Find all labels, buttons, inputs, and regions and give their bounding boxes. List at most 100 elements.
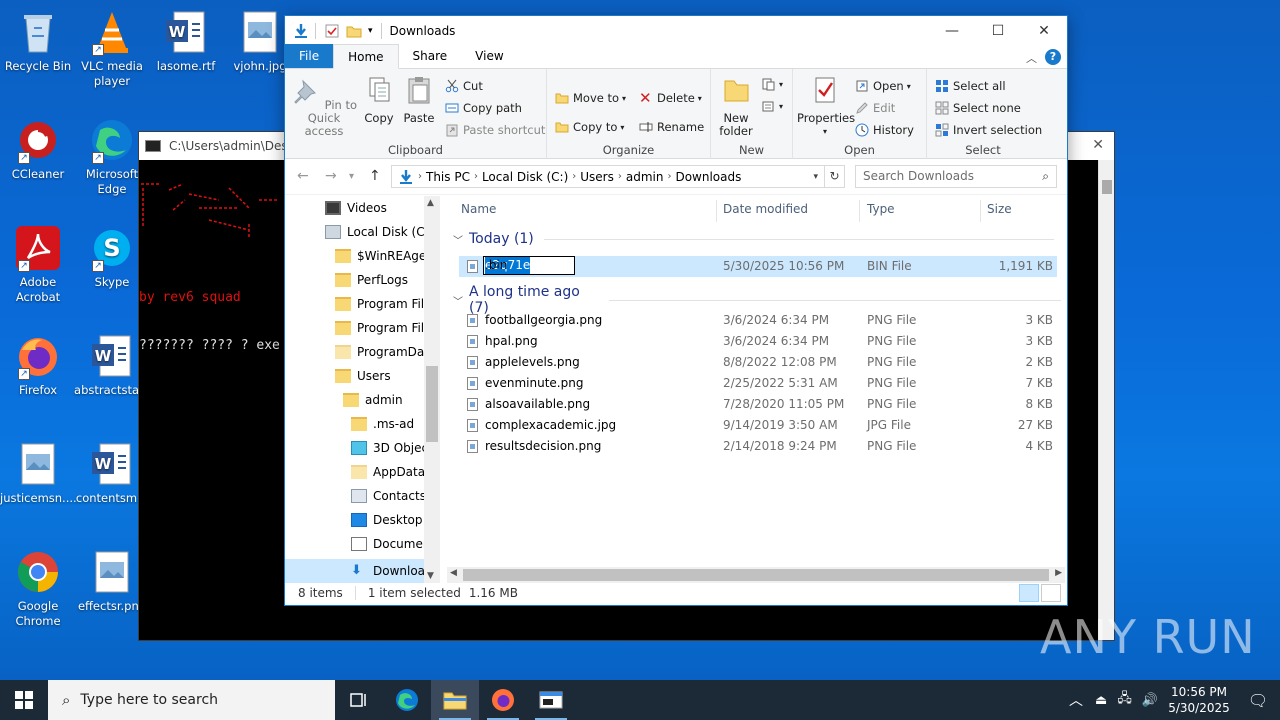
file-row-selected[interactable]: e2q71e .bin 5/30/2025 10:56 PM BIN File 1… xyxy=(459,256,1057,277)
properties-check-icon[interactable] xyxy=(324,23,340,39)
start-button[interactable] xyxy=(0,680,48,720)
desktop-icon-adobe-acrobat[interactable]: ↗ Adobe Acrobat xyxy=(0,224,76,305)
desktop-icon-vlc[interactable]: ↗ VLC media player xyxy=(74,8,150,89)
properties-button[interactable]: Properties ▾ xyxy=(797,75,855,138)
nav-item-local-disk[interactable]: Local Disk (C:) xyxy=(325,220,433,244)
taskbar-search-input[interactable]: ⌕ Type here to search xyxy=(48,680,335,720)
column-header-date-modified[interactable]: Date modified xyxy=(723,196,808,222)
file-row[interactable]: footballgeorgia.png 3/6/2024 6:34 PM PNG… xyxy=(459,310,1057,331)
forward-arrow-icon[interactable]: → xyxy=(325,168,337,184)
history-button[interactable]: History xyxy=(855,121,914,139)
close-icon[interactable]: ✕ xyxy=(1021,16,1067,45)
easy-access-button[interactable]: ▾ xyxy=(761,97,783,115)
tab-share[interactable]: Share xyxy=(399,44,462,68)
pin-quick-access-button[interactable]: Pin to Quick access xyxy=(289,75,359,138)
desktop-icon-ccleaner[interactable]: ↗ CCleaner xyxy=(0,116,76,182)
taskbar-file-explorer[interactable] xyxy=(431,680,479,720)
column-header-type[interactable]: Type xyxy=(867,196,895,222)
column-divider[interactable] xyxy=(716,200,717,222)
file-row[interactable]: resultsdecision.png 2/14/2018 9:24 PM PN… xyxy=(459,436,1057,457)
new-folder-icon[interactable] xyxy=(346,23,362,39)
horizontal-scroll-thumb[interactable] xyxy=(463,569,1049,581)
scroll-left-icon[interactable]: ◀ xyxy=(450,568,457,578)
select-none-button[interactable]: Select none xyxy=(935,99,1021,117)
invert-selection-button[interactable]: Invert selection xyxy=(935,121,1042,139)
scroll-up-icon[interactable]: ▲ xyxy=(427,198,434,208)
desktop-icon-justicemsn[interactable]: justicemsn.... xyxy=(0,440,77,506)
nav-item-ms-ad[interactable]: .ms-ad xyxy=(351,412,414,436)
file-row[interactable]: hpal.png 3/6/2024 6:34 PM PNG File 3 KB xyxy=(459,331,1057,352)
group-header-today[interactable]: ﹀ Today (1) xyxy=(453,231,1054,247)
tab-view[interactable]: View xyxy=(461,44,517,68)
file-explorer-window[interactable]: ▾ Downloads — ☐ ✕ File Home Share View ︿… xyxy=(284,15,1068,606)
details-view-icon[interactable] xyxy=(1019,584,1039,602)
address-dropdown-icon[interactable]: ▾ xyxy=(813,172,818,182)
copy-path-button[interactable]: Copy path xyxy=(445,99,522,117)
volume-icon[interactable]: 🔊 xyxy=(1142,693,1158,708)
file-row[interactable]: complexacademic.jpg 9/14/2019 3:50 AM JP… xyxy=(459,415,1057,436)
chevron-up-icon[interactable]: ︿ xyxy=(1069,690,1083,710)
collapse-chevron-icon[interactable]: ﹀ xyxy=(453,232,463,247)
paste-shortcut-button[interactable]: Paste shortcut xyxy=(445,121,545,139)
console-scrollbar[interactable] xyxy=(1098,160,1114,640)
network-icon[interactable]: 🖧 xyxy=(1117,689,1132,711)
desktop-icon-lasome[interactable]: W lasome.rtf xyxy=(148,8,224,74)
qat-dropdown-icon[interactable]: ▾ xyxy=(368,26,373,36)
nav-item-contacts[interactable]: Contacts xyxy=(351,484,426,508)
breadcrumb-admin[interactable]: admin xyxy=(626,170,664,184)
notifications-icon[interactable]: 🗨 xyxy=(1236,691,1280,710)
desktop-icon-google-chrome[interactable]: Google Chrome xyxy=(0,548,76,629)
nav-item-program-files[interactable]: Program Files xyxy=(335,292,438,316)
search-input[interactable]: Search Downloads ⌕ xyxy=(855,165,1057,188)
breadcrumb-this-pc[interactable]: This PC xyxy=(426,170,470,184)
desktop-icon-firefox[interactable]: ↗ Firefox xyxy=(0,332,76,398)
task-view-button[interactable] xyxy=(335,680,383,720)
taskbar-console[interactable] xyxy=(527,680,575,720)
console-close-icon[interactable]: ✕ xyxy=(1092,137,1104,153)
up-arrow-icon[interactable]: ↑ xyxy=(369,168,381,184)
large-icons-view-icon[interactable] xyxy=(1041,584,1061,602)
nav-item-admin[interactable]: admin xyxy=(343,388,403,412)
recent-locations-icon[interactable]: ▾ xyxy=(349,171,354,182)
breadcrumb-local-disk[interactable]: Local Disk (C:) xyxy=(482,170,568,184)
nav-item-users[interactable]: Users xyxy=(335,364,391,388)
copy-button[interactable]: Copy xyxy=(361,75,397,125)
move-to-button[interactable]: Move to ▾ xyxy=(555,89,626,107)
delete-button[interactable]: ✕ Delete ▾ xyxy=(639,89,702,107)
file-row[interactable]: evenminute.png 2/25/2022 5:31 AM PNG Fil… xyxy=(459,373,1057,394)
rename-input[interactable]: e2q71e .bin xyxy=(483,256,575,275)
maximize-icon[interactable]: ☐ xyxy=(975,16,1021,45)
new-item-button[interactable]: ▾ xyxy=(761,75,783,93)
nav-item-program-files-x86[interactable]: Program Files xyxy=(335,316,438,340)
breadcrumb-downloads[interactable]: Downloads xyxy=(675,170,741,184)
cut-button[interactable]: Cut xyxy=(445,77,483,95)
desktop-icon-recycle-bin[interactable]: Recycle Bin xyxy=(0,8,76,74)
scroll-right-icon[interactable]: ▶ xyxy=(1055,568,1062,578)
address-bar[interactable]: › This PC › Local Disk (C:) › Users › ad… xyxy=(391,165,825,188)
column-header-name[interactable]: Name xyxy=(461,196,496,222)
nav-item-desktop[interactable]: Desktop xyxy=(351,508,423,532)
column-header-size[interactable]: Size xyxy=(987,196,1012,222)
column-divider[interactable] xyxy=(859,200,860,222)
edit-button[interactable]: Edit xyxy=(855,99,895,117)
usb-device-icon[interactable]: ⏏ xyxy=(1095,693,1107,708)
copy-to-button[interactable]: Copy to ▾ xyxy=(555,118,624,136)
taskbar-edge[interactable] xyxy=(383,680,431,720)
nav-item-downloads[interactable]: ⬇ Downloads xyxy=(285,559,439,583)
tab-home[interactable]: Home xyxy=(333,44,399,69)
taskbar-firefox[interactable] xyxy=(479,680,527,720)
rename-button[interactable]: Rename xyxy=(639,118,704,136)
collapse-chevron-icon[interactable]: ﹀ xyxy=(453,293,463,308)
tab-file[interactable]: File xyxy=(285,44,334,68)
clock[interactable]: 10:56 PM 5/30/2025 xyxy=(1162,684,1236,716)
back-arrow-icon[interactable]: ← xyxy=(297,168,309,184)
navigation-pane-scrollbar[interactable]: ▲ ▼ xyxy=(424,196,440,583)
minimize-icon[interactable]: — xyxy=(929,16,975,45)
nav-item-programdata[interactable]: ProgramData xyxy=(335,340,436,364)
breadcrumb-users[interactable]: Users xyxy=(580,170,614,184)
navigation-scroll-thumb[interactable] xyxy=(426,366,438,442)
select-all-button[interactable]: Select all xyxy=(935,77,1006,95)
paste-button[interactable]: Paste xyxy=(401,75,437,125)
collapse-ribbon-icon[interactable]: ︿ xyxy=(1026,50,1037,66)
open-button[interactable]: Open ▾ xyxy=(855,77,911,95)
